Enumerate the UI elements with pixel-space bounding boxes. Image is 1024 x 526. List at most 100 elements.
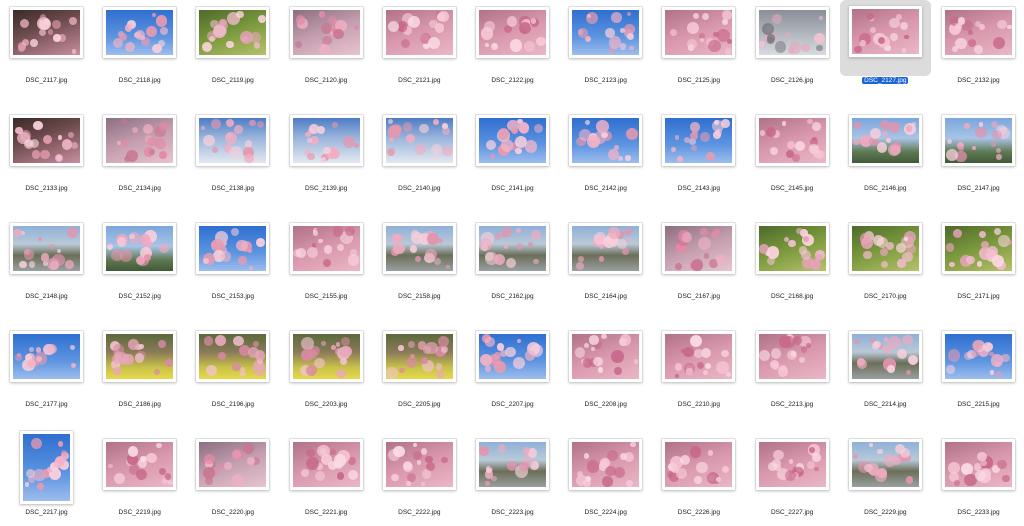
file-name-label[interactable]: DSC_2168.jpg	[746, 292, 839, 301]
photo-thumbnail-icon[interactable]	[569, 7, 643, 58]
file-name-label[interactable]: DSC_2138.jpg	[186, 184, 279, 193]
file-name-label[interactable]: DSC_2139.jpg	[280, 184, 373, 193]
file-name-label[interactable]: DSC_2226.jpg	[652, 508, 745, 517]
photo-thumbnail-icon[interactable]	[848, 115, 922, 166]
file-item[interactable]: DSC_2203.jpg	[280, 324, 373, 432]
file-item[interactable]: DSC_2213.jpg	[746, 324, 839, 432]
photo-thumbnail-icon[interactable]	[848, 331, 922, 382]
file-name-label[interactable]: DSC_2117.jpg	[0, 76, 93, 85]
file-name-label[interactable]: DSC_2140.jpg	[373, 184, 466, 193]
photo-thumbnail-icon[interactable]	[755, 223, 829, 274]
file-item[interactable]: DSC_2219.jpg	[93, 432, 186, 526]
file-item[interactable]: DSC_2145.jpg	[746, 108, 839, 216]
file-item[interactable]: DSC_2162.jpg	[466, 216, 559, 324]
file-item[interactable]: DSC_2140.jpg	[373, 108, 466, 216]
file-name-label[interactable]: DSC_2220.jpg	[186, 508, 279, 517]
photo-thumbnail-icon[interactable]	[103, 439, 177, 490]
file-name-label[interactable]: DSC_2217.jpg	[0, 508, 93, 517]
file-name-label[interactable]: DSC_2215.jpg	[932, 400, 1024, 409]
file-name-label[interactable]: DSC_2222.jpg	[373, 508, 466, 517]
file-name-label[interactable]: DSC_2155.jpg	[280, 292, 373, 301]
file-item[interactable]: DSC_2164.jpg	[559, 216, 652, 324]
photo-thumbnail-icon[interactable]	[942, 439, 1015, 490]
file-item[interactable]: DSC_2139.jpg	[280, 108, 373, 216]
photo-thumbnail-icon[interactable]	[196, 439, 270, 490]
photo-thumbnail-icon[interactable]	[476, 439, 549, 490]
photo-thumbnail-icon[interactable]	[103, 7, 177, 58]
photo-thumbnail-icon[interactable]	[289, 439, 363, 490]
file-name-label[interactable]: DSC_2152.jpg	[93, 292, 186, 301]
file-item[interactable]: DSC_2119.jpg	[186, 0, 279, 108]
photo-thumbnail-icon[interactable]	[289, 331, 363, 382]
photo-thumbnail-icon[interactable]	[289, 115, 363, 166]
photo-thumbnail-icon[interactable]	[755, 331, 829, 382]
file-item[interactable]: DSC_2147.jpg	[932, 108, 1024, 216]
photo-thumbnail-icon[interactable]	[662, 439, 736, 490]
file-name-label[interactable]: DSC_2119.jpg	[186, 76, 279, 85]
photo-thumbnail-icon[interactable]	[10, 331, 83, 382]
photo-thumbnail-icon[interactable]	[662, 331, 736, 382]
photo-thumbnail-icon[interactable]	[662, 115, 736, 166]
file-name-label[interactable]: DSC_2210.jpg	[652, 400, 745, 409]
photo-thumbnail-icon[interactable]	[20, 431, 73, 504]
file-name-label[interactable]: DSC_2203.jpg	[280, 400, 373, 409]
photo-thumbnail-icon[interactable]	[196, 223, 270, 274]
file-item[interactable]: DSC_2196.jpg	[186, 324, 279, 432]
file-item[interactable]: DSC_2153.jpg	[186, 216, 279, 324]
photo-thumbnail-icon[interactable]	[942, 7, 1015, 58]
photo-thumbnail-icon[interactable]	[382, 331, 456, 382]
file-item[interactable]: DSC_2205.jpg	[373, 324, 466, 432]
file-item[interactable]: DSC_2170.jpg	[839, 216, 932, 324]
file-item[interactable]: DSC_2132.jpg	[932, 0, 1024, 108]
file-item[interactable]: DSC_2142.jpg	[559, 108, 652, 216]
photo-thumbnail-icon[interactable]	[942, 331, 1015, 382]
file-name-label[interactable]: DSC_2134.jpg	[93, 184, 186, 193]
photo-thumbnail-icon[interactable]	[103, 115, 177, 166]
photo-thumbnail-icon[interactable]	[382, 7, 456, 58]
icon-grid-view[interactable]: DSC_2117.jpg DSC_2118.jpg DSC_2119.jpg DSC_…	[0, 0, 1024, 526]
file-item[interactable]: DSC_2118.jpg	[93, 0, 186, 108]
file-name-label[interactable]: DSC_2133.jpg	[0, 184, 93, 193]
file-name-label[interactable]: DSC_2170.jpg	[839, 292, 932, 301]
file-item[interactable]: DSC_2134.jpg	[93, 108, 186, 216]
file-item[interactable]: DSC_2177.jpg	[0, 324, 93, 432]
photo-thumbnail-icon[interactable]	[196, 331, 270, 382]
file-item[interactable]: DSC_2125.jpg	[652, 0, 745, 108]
file-item[interactable]: DSC_2224.jpg	[559, 432, 652, 526]
file-item[interactable]: DSC_2222.jpg	[373, 432, 466, 526]
file-item[interactable]: DSC_2214.jpg	[839, 324, 932, 432]
file-name-label[interactable]: DSC_2162.jpg	[466, 292, 559, 301]
file-name-label[interactable]: DSC_2147.jpg	[932, 184, 1024, 193]
file-name-label[interactable]: DSC_2233.jpg	[932, 508, 1024, 517]
file-name-label[interactable]: DSC_2153.jpg	[186, 292, 279, 301]
file-name-label[interactable]: DSC_2213.jpg	[746, 400, 839, 409]
photo-thumbnail-icon[interactable]	[569, 331, 643, 382]
photo-thumbnail-icon[interactable]	[196, 7, 270, 58]
file-name-label[interactable]: DSC_2208.jpg	[559, 400, 652, 409]
photo-thumbnail-icon[interactable]	[942, 115, 1015, 166]
photo-thumbnail-icon[interactable]	[569, 115, 643, 166]
file-name-label[interactable]: DSC_2122.jpg	[466, 76, 559, 85]
file-item[interactable]: DSC_2220.jpg	[186, 432, 279, 526]
file-name-label[interactable]: DSC_2123.jpg	[559, 76, 652, 85]
file-name-label[interactable]: DSC_2196.jpg	[186, 400, 279, 409]
file-name-label[interactable]: DSC_2132.jpg	[932, 76, 1024, 85]
file-name-label[interactable]: DSC_2148.jpg	[0, 292, 93, 301]
photo-thumbnail-icon[interactable]	[848, 6, 922, 57]
file-item[interactable]: DSC_2207.jpg	[466, 324, 559, 432]
photo-thumbnail-icon[interactable]	[476, 7, 549, 58]
photo-thumbnail-icon[interactable]	[848, 223, 922, 274]
photo-thumbnail-icon[interactable]	[103, 331, 177, 382]
photo-thumbnail-icon[interactable]	[289, 223, 363, 274]
file-name-label[interactable]: DSC_2207.jpg	[466, 400, 559, 409]
file-item[interactable]: DSC_2146.jpg	[839, 108, 932, 216]
file-item[interactable]: DSC_2141.jpg	[466, 108, 559, 216]
file-name-label[interactable]: DSC_2125.jpg	[652, 76, 745, 85]
file-name-label[interactable]: DSC_2229.jpg	[839, 508, 932, 517]
file-item[interactable]: DSC_2158.jpg	[373, 216, 466, 324]
photo-thumbnail-icon[interactable]	[103, 223, 177, 274]
file-name-label[interactable]: DSC_2214.jpg	[839, 400, 932, 409]
photo-thumbnail-icon[interactable]	[569, 439, 643, 490]
file-name-label[interactable]: DSC_2186.jpg	[93, 400, 186, 409]
file-item[interactable]: DSC_2226.jpg	[652, 432, 745, 526]
